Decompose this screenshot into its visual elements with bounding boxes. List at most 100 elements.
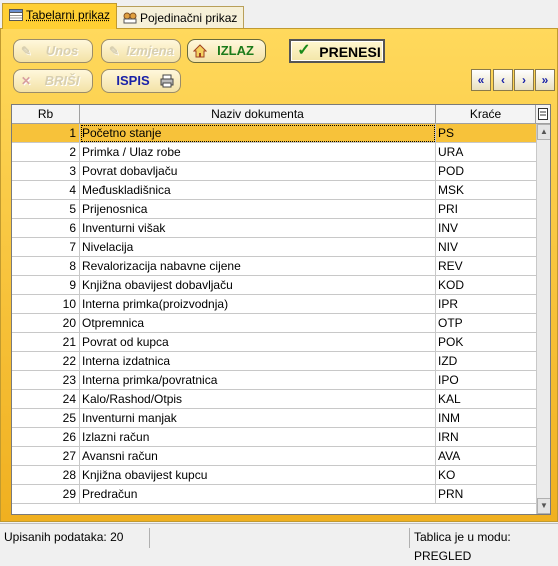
- cell-krace[interactable]: IPR: [436, 295, 536, 314]
- cell-rb[interactable]: 24: [12, 390, 80, 409]
- cell-krace[interactable]: PS: [436, 124, 536, 143]
- cell-rb[interactable]: 9: [12, 276, 80, 295]
- cell-rb[interactable]: 26: [12, 428, 80, 447]
- table-row[interactable]: 23 Interna primka/povratnica IPO: [12, 371, 536, 390]
- cell-rb[interactable]: 3: [12, 162, 80, 181]
- cell-krace[interactable]: PRI: [436, 200, 536, 219]
- cell-rb[interactable]: 23: [12, 371, 80, 390]
- cell-rb[interactable]: 6: [12, 219, 80, 238]
- cell-naziv[interactable]: Inventurni manjak: [80, 409, 436, 428]
- table-row[interactable]: 4 Međuskladišnica MSK: [12, 181, 536, 200]
- cell-rb[interactable]: 25: [12, 409, 80, 428]
- cell-krace[interactable]: KO: [436, 466, 536, 485]
- cell-naziv[interactable]: Međuskladišnica: [80, 181, 436, 200]
- cell-rb[interactable]: 20: [12, 314, 80, 333]
- cell-rb[interactable]: 1: [12, 124, 80, 143]
- prenesi-button[interactable]: ✓ PRENESI: [289, 39, 385, 63]
- izmjena-button[interactable]: ✎ Izmjena: [101, 39, 181, 63]
- tab-pojedinacni-prikaz[interactable]: Pojedinačni prikaz: [116, 6, 245, 28]
- cell-rb[interactable]: 7: [12, 238, 80, 257]
- header-naziv[interactable]: Naziv dokumenta: [80, 105, 436, 124]
- cell-krace[interactable]: KAL: [436, 390, 536, 409]
- cell-krace[interactable]: PRN: [436, 485, 536, 504]
- header-krace[interactable]: Kraće: [436, 105, 536, 124]
- cell-naziv[interactable]: Povrat od kupca: [80, 333, 436, 352]
- cell-krace[interactable]: AVA: [436, 447, 536, 466]
- table-row[interactable]: 10 Interna primka(proizvodnja) IPR: [12, 295, 536, 314]
- cell-naziv[interactable]: Predračun: [80, 485, 436, 504]
- cell-rb[interactable]: 8: [12, 257, 80, 276]
- cell-naziv[interactable]: Prijenosnica: [80, 200, 436, 219]
- cell-naziv[interactable]: Inventurni višak: [80, 219, 436, 238]
- cell-rb[interactable]: 2: [12, 143, 80, 162]
- cell-naziv[interactable]: Izlazni račun: [80, 428, 436, 447]
- table-row[interactable]: 3 Povrat dobavljaču POD: [12, 162, 536, 181]
- table-row[interactable]: 27 Avansni račun AVA: [12, 447, 536, 466]
- cell-naziv[interactable]: Interna primka(proizvodnja): [80, 295, 436, 314]
- nav-prev-button[interactable]: ‹: [493, 69, 513, 91]
- scroll-up-icon[interactable]: ▲: [537, 124, 550, 140]
- table-row[interactable]: 20 Otpremnica OTP: [12, 314, 536, 333]
- tab-tabelarni-prikaz[interactable]: Tabelarni prikaz: [2, 3, 118, 29]
- table-row[interactable]: 8 Revalorizacija nabavne cijene REV: [12, 257, 536, 276]
- cell-rb[interactable]: 28: [12, 466, 80, 485]
- cell-rb[interactable]: 10: [12, 295, 80, 314]
- cell-naziv[interactable]: Interna izdatnica: [80, 352, 436, 371]
- cell-krace[interactable]: IPO: [436, 371, 536, 390]
- cell-naziv[interactable]: Knjižna obavijest kupcu: [80, 466, 436, 485]
- cell-krace[interactable]: IRN: [436, 428, 536, 447]
- cell-krace[interactable]: URA: [436, 143, 536, 162]
- cell-rb[interactable]: 29: [12, 485, 80, 504]
- documents-grid[interactable]: Rb Naziv dokumenta Kraće 1 Početno stanje…: [11, 104, 551, 515]
- cell-rb[interactable]: 5: [12, 200, 80, 219]
- cell-krace[interactable]: MSK: [436, 181, 536, 200]
- cell-krace[interactable]: NIV: [436, 238, 536, 257]
- table-row[interactable]: 7 Nivelacija NIV: [12, 238, 536, 257]
- cell-rb[interactable]: 4: [12, 181, 80, 200]
- table-row[interactable]: 2 Primka / Ulaz robe URA: [12, 143, 536, 162]
- cell-krace[interactable]: REV: [436, 257, 536, 276]
- table-row[interactable]: 28 Knjižna obavijest kupcu KO: [12, 466, 536, 485]
- vertical-scrollbar[interactable]: ▲ ▼: [536, 124, 550, 514]
- cell-krace[interactable]: POD: [436, 162, 536, 181]
- column-chooser-icon[interactable]: [536, 105, 550, 124]
- cell-krace[interactable]: IZD: [436, 352, 536, 371]
- table-row[interactable]: 5 Prijenosnica PRI: [12, 200, 536, 219]
- cell-krace[interactable]: OTP: [436, 314, 536, 333]
- cell-naziv[interactable]: Primka / Ulaz robe: [80, 143, 436, 162]
- nav-last-button[interactable]: »: [535, 69, 555, 91]
- cell-naziv[interactable]: Knjižna obavijest dobavljaču: [80, 276, 436, 295]
- cell-rb[interactable]: 21: [12, 333, 80, 352]
- cell-naziv[interactable]: Interna primka/povratnica: [80, 371, 436, 390]
- izlaz-button[interactable]: IZLAZ: [187, 39, 266, 63]
- header-rb[interactable]: Rb: [12, 105, 80, 124]
- ispis-button[interactable]: ISPIS: [101, 69, 181, 93]
- nav-next-button[interactable]: ›: [514, 69, 534, 91]
- table-row[interactable]: 21 Povrat od kupca POK: [12, 333, 536, 352]
- cell-naziv[interactable]: Povrat dobavljaču: [80, 162, 436, 181]
- table-row[interactable]: 6 Inventurni višak INV: [12, 219, 536, 238]
- cell-krace[interactable]: INV: [436, 219, 536, 238]
- cell-naziv[interactable]: Kalo/Rashod/Otpis: [80, 390, 436, 409]
- table-row[interactable]: 26 Izlazni račun IRN: [12, 428, 536, 447]
- table-row[interactable]: 29 Predračun PRN: [12, 485, 536, 504]
- cell-naziv[interactable]: Avansni račun: [80, 447, 436, 466]
- cell-naziv[interactable]: Nivelacija: [80, 238, 436, 257]
- table-row[interactable]: 1 Početno stanje PS: [12, 124, 536, 143]
- scroll-down-icon[interactable]: ▼: [537, 498, 550, 514]
- cell-rb[interactable]: 22: [12, 352, 80, 371]
- cell-rb[interactable]: 27: [12, 447, 80, 466]
- cell-naziv[interactable]: Revalorizacija nabavne cijene: [80, 257, 436, 276]
- table-row[interactable]: 9 Knjižna obavijest dobavljaču KOD: [12, 276, 536, 295]
- nav-first-button[interactable]: «: [471, 69, 491, 91]
- cell-krace[interactable]: INM: [436, 409, 536, 428]
- table-row[interactable]: 22 Interna izdatnica IZD: [12, 352, 536, 371]
- unos-button[interactable]: ✎ Unos: [13, 39, 93, 63]
- table-row[interactable]: 24 Kalo/Rashod/Otpis KAL: [12, 390, 536, 409]
- cell-krace[interactable]: POK: [436, 333, 536, 352]
- brisi-button[interactable]: ✕ BRIŠI: [13, 69, 93, 93]
- cell-naziv[interactable]: Početno stanje: [80, 124, 436, 143]
- cell-naziv[interactable]: Otpremnica: [80, 314, 436, 333]
- cell-krace[interactable]: KOD: [436, 276, 536, 295]
- table-row[interactable]: 25 Inventurni manjak INM: [12, 409, 536, 428]
